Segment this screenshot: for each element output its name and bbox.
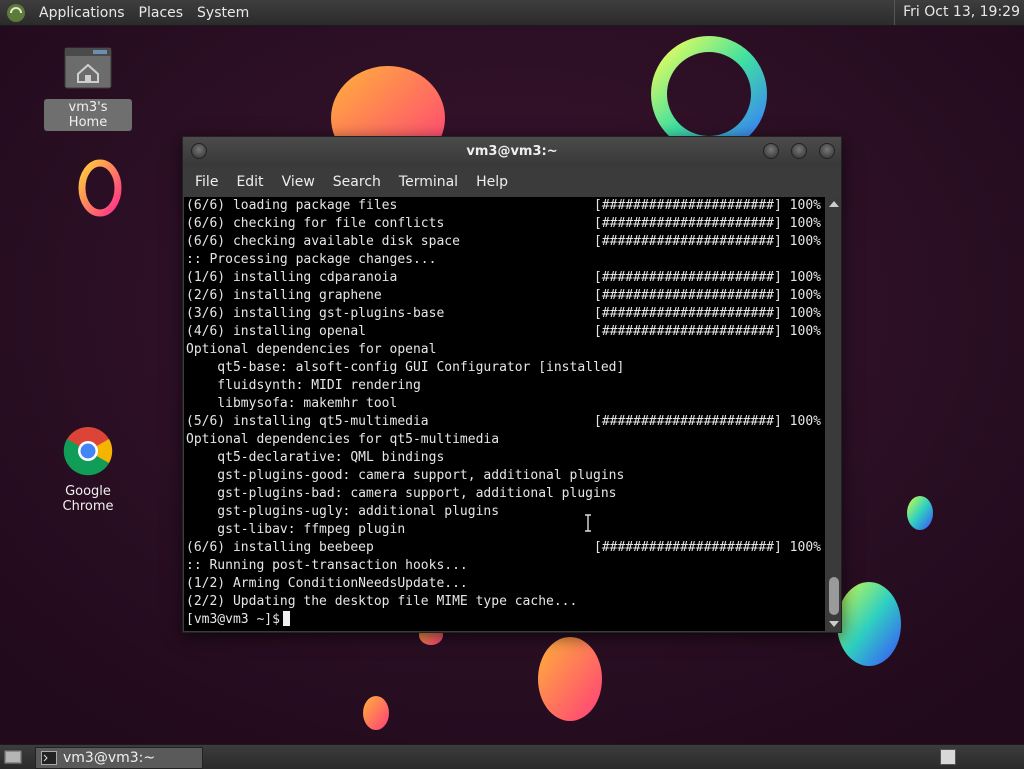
terminal-line: (2/6) installing graphene [##############… <box>184 287 825 305</box>
progress-bar-text: [######################] 100% <box>594 288 821 303</box>
panel-clock[interactable]: Fri Oct 13, 19:29 <box>894 0 1020 25</box>
terminal-line: (1/6) installing cdparanoia [############… <box>184 269 825 287</box>
terminal-line: (3/6) installing gst-plugins-base [######… <box>184 305 825 323</box>
terminal-line: Optional dependencies for qt5-multimedia <box>184 431 825 449</box>
terminal-output[interactable]: (6/6) loading package files [############… <box>184 197 825 631</box>
scrollbar-thumb[interactable] <box>829 577 839 615</box>
terminal-line-text: :: Processing package changes... <box>186 252 437 267</box>
terminal-line-text: (1/2) Arming ConditionNeedsUpdate... <box>186 576 468 591</box>
terminal-line-text: Optional dependencies for openal <box>186 342 437 357</box>
terminal-line: (1/2) Arming ConditionNeedsUpdate... <box>184 575 825 593</box>
home-folder-icon <box>64 47 112 89</box>
terminal-line-text: (5/6) installing qt5-multimedia <box>186 414 429 429</box>
terminal-line: (6/6) checking available disk space [####… <box>184 233 825 251</box>
menu-terminal[interactable]: Terminal <box>391 174 466 190</box>
terminal-scrollbar[interactable] <box>827 197 841 631</box>
terminal-line-text: qt5-declarative: QML bindings <box>186 450 445 465</box>
terminal-line-text: :: Running post-transaction hooks... <box>186 558 468 573</box>
terminal-line-text: qt5-base: alsoft-config GUI Configurator… <box>186 360 625 375</box>
minimize-button[interactable] <box>763 143 779 159</box>
progress-bar-text: [######################] 100% <box>594 414 821 429</box>
show-desktop-icon[interactable] <box>3 748 23 766</box>
menu-search[interactable]: Search <box>325 174 389 190</box>
progress-bar-text: [######################] 100% <box>594 324 821 339</box>
window-menu-button[interactable] <box>191 143 207 159</box>
terminal-line: (5/6) installing qt5-multimedia [########… <box>184 413 825 431</box>
terminal-line: (6/6) checking for file conflicts [######… <box>184 215 825 233</box>
terminal-line-text: (2/2) Updating the desktop file MIME typ… <box>186 594 578 609</box>
text-cursor <box>282 611 290 626</box>
progress-bar-text: [######################] 100% <box>594 216 821 231</box>
terminal-line-text: (6/6) checking for file conflicts <box>186 216 445 231</box>
desktop-icon-label: Google Chrome <box>62 484 114 514</box>
terminal-line-text: libmysofa: makemhr tool <box>186 396 398 411</box>
menu-view[interactable]: View <box>274 174 323 190</box>
terminal-line: fluidsynth: MIDI rendering <box>184 377 825 395</box>
window-titlebar[interactable]: vm3@vm3:~ <box>183 137 841 166</box>
places-menu[interactable]: Places <box>132 5 191 21</box>
terminal-line: gst-libav: ffmpeg plugin <box>184 521 825 539</box>
terminal-line-text: (4/6) installing openal <box>186 324 367 339</box>
progress-bar-text: [######################] 100% <box>594 306 821 321</box>
terminal-line-text: gst-plugins-good: camera support, additi… <box>186 468 625 483</box>
terminal-line-text: (1/6) installing cdparanoia <box>186 270 398 285</box>
terminal-line: qt5-declarative: QML bindings <box>184 449 825 467</box>
menu-edit[interactable]: Edit <box>228 174 271 190</box>
progress-bar-text: [######################] 100% <box>594 198 821 213</box>
terminal-line-text: (3/6) installing gst-plugins-base <box>186 306 445 321</box>
terminal-line: (6/6) installing beebeep [###############… <box>184 539 825 557</box>
terminal-line-text: gst-plugins-bad: camera support, additio… <box>186 486 617 501</box>
system-menu[interactable]: System <box>190 5 256 21</box>
terminal-window[interactable]: vm3@vm3:~ File Edit View Search Terminal… <box>182 136 842 633</box>
terminal-line: :: Running post-transaction hooks... <box>184 557 825 575</box>
terminal-line: Optional dependencies for openal <box>184 341 825 359</box>
menu-file[interactable]: File <box>187 174 226 190</box>
menu-help[interactable]: Help <box>468 174 516 190</box>
desktop-icon-home[interactable]: vm3's Home <box>44 44 132 131</box>
taskbar-item-label: vm3@vm3:~ <box>63 750 156 766</box>
terminal-line-text: (6/6) installing beebeep <box>186 540 374 555</box>
terminal-line-text: Optional dependencies for qt5-multimedia <box>186 432 500 447</box>
terminal-line-text: gst-libav: ffmpeg plugin <box>186 522 406 537</box>
terminal-line-text: (6/6) checking available disk space <box>186 234 460 249</box>
bottom-panel: vm3@vm3:~ <box>0 744 1024 769</box>
terminal-line: gst-plugins-ugly: additional plugins <box>184 503 825 521</box>
terminal-line: (6/6) loading package files [############… <box>184 197 825 215</box>
taskbar-item-terminal[interactable]: vm3@vm3:~ <box>35 747 203 769</box>
terminal-line: :: Processing package changes... <box>184 251 825 269</box>
workspace-switcher-icon[interactable] <box>940 749 956 765</box>
maximize-button[interactable] <box>791 143 807 159</box>
terminal-line-text: (2/6) installing graphene <box>186 288 382 303</box>
terminal-line-text: (6/6) loading package files <box>186 198 398 213</box>
terminal-line-text: gst-plugins-ugly: additional plugins <box>186 504 500 519</box>
desktop-icon-chrome[interactable]: Google Chrome <box>34 426 142 515</box>
progress-bar-text: [######################] 100% <box>594 234 821 249</box>
ibeam-cursor-icon <box>585 514 591 532</box>
terminal-line: gst-plugins-bad: camera support, additio… <box>184 485 825 503</box>
chrome-icon <box>63 427 113 476</box>
scroll-down-arrow-icon[interactable] <box>829 621 839 627</box>
terminal-line: qt5-base: alsoft-config GUI Configurator… <box>184 359 825 377</box>
desktop-icon-label: vm3's Home <box>44 99 132 131</box>
shell-prompt: [vm3@vm3 ~]$ <box>186 612 280 627</box>
top-panel: Applications Places System Fri Oct 13, 1… <box>0 0 1024 26</box>
window-title: vm3@vm3:~ <box>466 144 558 159</box>
terminal-line: libmysofa: makemhr tool <box>184 395 825 413</box>
terminal-line: gst-plugins-good: camera support, additi… <box>184 467 825 485</box>
terminal-prompt-line[interactable]: [vm3@vm3 ~]$ <box>184 611 825 629</box>
distro-logo-icon[interactable] <box>6 3 26 23</box>
applications-menu[interactable]: Applications <box>32 5 132 21</box>
progress-bar-text: [######################] 100% <box>594 540 821 555</box>
window-menubar: File Edit View Search Terminal Help <box>183 166 841 197</box>
terminal-line: (4/6) installing openal [################… <box>184 323 825 341</box>
progress-bar-text: [######################] 100% <box>594 270 821 285</box>
terminal-app-icon <box>41 751 57 765</box>
scroll-up-arrow-icon[interactable] <box>829 201 839 207</box>
terminal-line-text: fluidsynth: MIDI rendering <box>186 378 421 393</box>
terminal-line: (2/2) Updating the desktop file MIME typ… <box>184 593 825 611</box>
close-button[interactable] <box>819 143 835 159</box>
